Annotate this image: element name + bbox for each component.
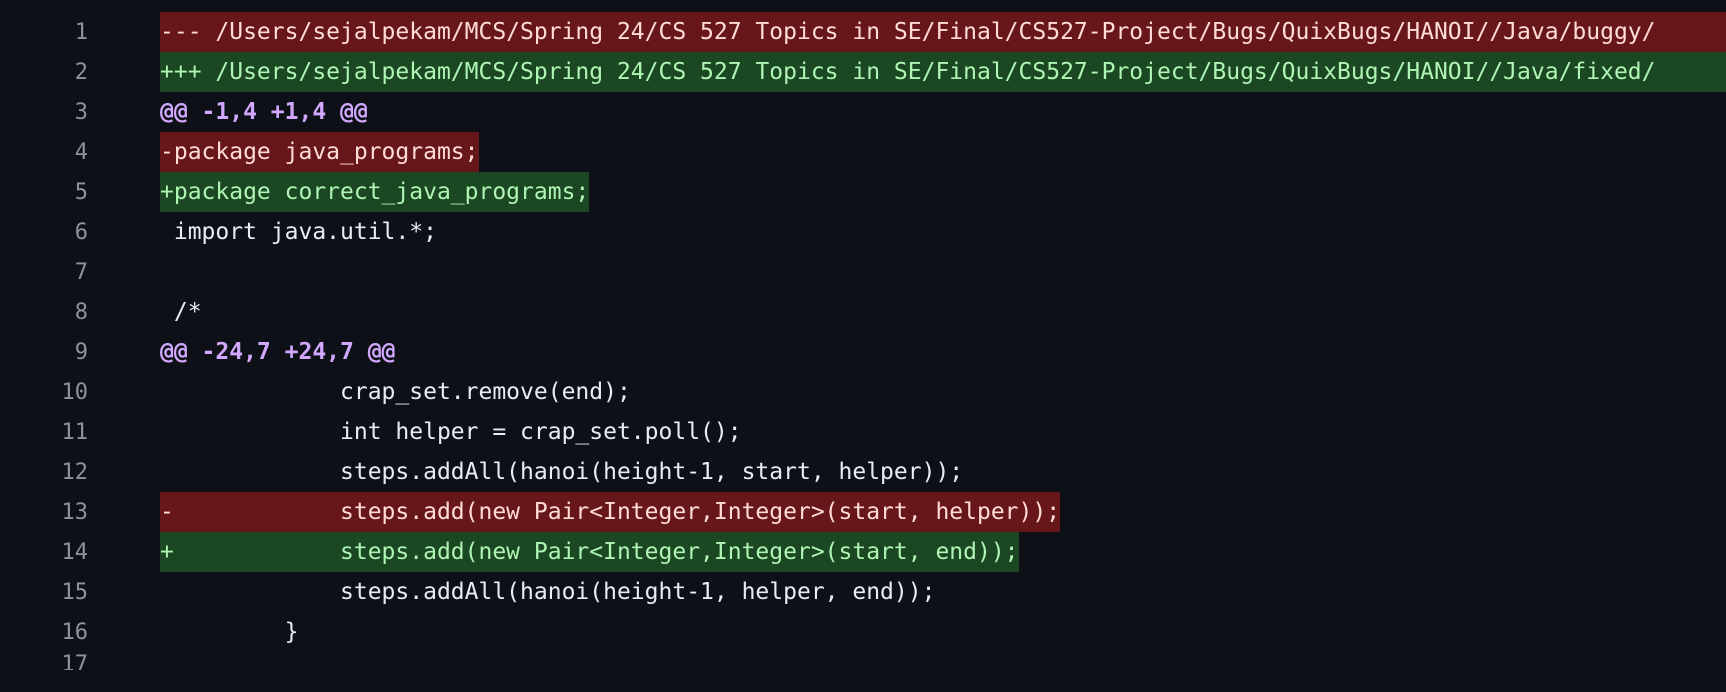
diff-line-16: 16 } (0, 612, 1726, 652)
diff-line-17: 17 (0, 652, 1726, 692)
line-number: 1 (74, 19, 88, 45)
diff-old-file-header: --- /Users/sejalpekam/MCS/Spring 24/CS 5… (160, 12, 1726, 52)
deleted-code-line: - steps.add(new Pair<Integer,Integer>(st… (160, 492, 1061, 532)
line-number: 13 (61, 499, 89, 525)
deleted-code-line: -package java_programs; (160, 132, 479, 172)
line-number: 17 (61, 652, 89, 670)
diff-line-6: 6 import java.util.*; (0, 212, 1726, 252)
diff-line-12: 12 steps.addAll(hanoi(height-1, start, h… (0, 452, 1726, 492)
diff-line-4: 4 -package java_programs; (0, 132, 1726, 172)
diff-line-10: 10 crap_set.remove(end); (0, 372, 1726, 412)
line-number: 6 (74, 219, 88, 245)
context-code-line: import java.util.*; (160, 219, 437, 245)
added-code-line: +package correct_java_programs; (160, 172, 590, 212)
context-code-line: steps.addAll(hanoi(height-1, start, help… (160, 459, 964, 485)
added-code-line: + steps.add(new Pair<Integer,Integer>(st… (160, 532, 1019, 572)
line-number: 2 (74, 59, 88, 85)
diff-new-file-header: +++ /Users/sejalpekam/MCS/Spring 24/CS 5… (160, 52, 1726, 92)
diff-line-13: 13 - steps.add(new Pair<Integer,Integer>… (0, 492, 1726, 532)
context-code-line: crap_set.remove(end); (160, 379, 631, 405)
hunk-header: @@ -1,4 +1,4 @@ (160, 99, 368, 125)
diff-line-3: 3 @@ -1,4 +1,4 @@ (0, 92, 1726, 132)
line-number: 5 (74, 179, 88, 205)
diff-line-9: 9 @@ -24,7 +24,7 @@ (0, 332, 1726, 372)
diff-line-5: 5 +package correct_java_programs; (0, 172, 1726, 212)
line-number: 3 (74, 99, 88, 125)
line-number: 14 (61, 539, 89, 565)
diff-line-7: 7 (0, 252, 1726, 292)
diff-line-11: 11 int helper = crap_set.poll(); (0, 412, 1726, 452)
line-number: 16 (61, 619, 89, 645)
line-number: 10 (61, 379, 89, 405)
context-code-line: } (160, 619, 299, 645)
line-number: 9 (74, 339, 88, 365)
diff-line-1: 1 --- /Users/sejalpekam/MCS/Spring 24/CS… (0, 12, 1726, 52)
diff-line-15: 15 steps.addAll(hanoi(height-1, helper, … (0, 572, 1726, 612)
context-code-line: /* (160, 299, 202, 325)
diff-line-8: 8 /* (0, 292, 1726, 332)
line-number: 11 (61, 419, 89, 445)
context-code-line: int helper = crap_set.poll(); (160, 419, 742, 445)
line-number: 12 (61, 459, 89, 485)
line-number: 15 (61, 579, 89, 605)
hunk-header: @@ -24,7 +24,7 @@ (160, 339, 396, 365)
diff-view: 1 --- /Users/sejalpekam/MCS/Spring 24/CS… (0, 0, 1726, 670)
diff-line-14: 14 + steps.add(new Pair<Integer,Integer>… (0, 532, 1726, 572)
line-number: 8 (74, 299, 88, 325)
diff-line-2: 2 +++ /Users/sejalpekam/MCS/Spring 24/CS… (0, 52, 1726, 92)
context-code-line: steps.addAll(hanoi(height-1, helper, end… (160, 579, 936, 605)
line-number: 7 (74, 259, 88, 285)
line-number: 4 (74, 139, 88, 165)
